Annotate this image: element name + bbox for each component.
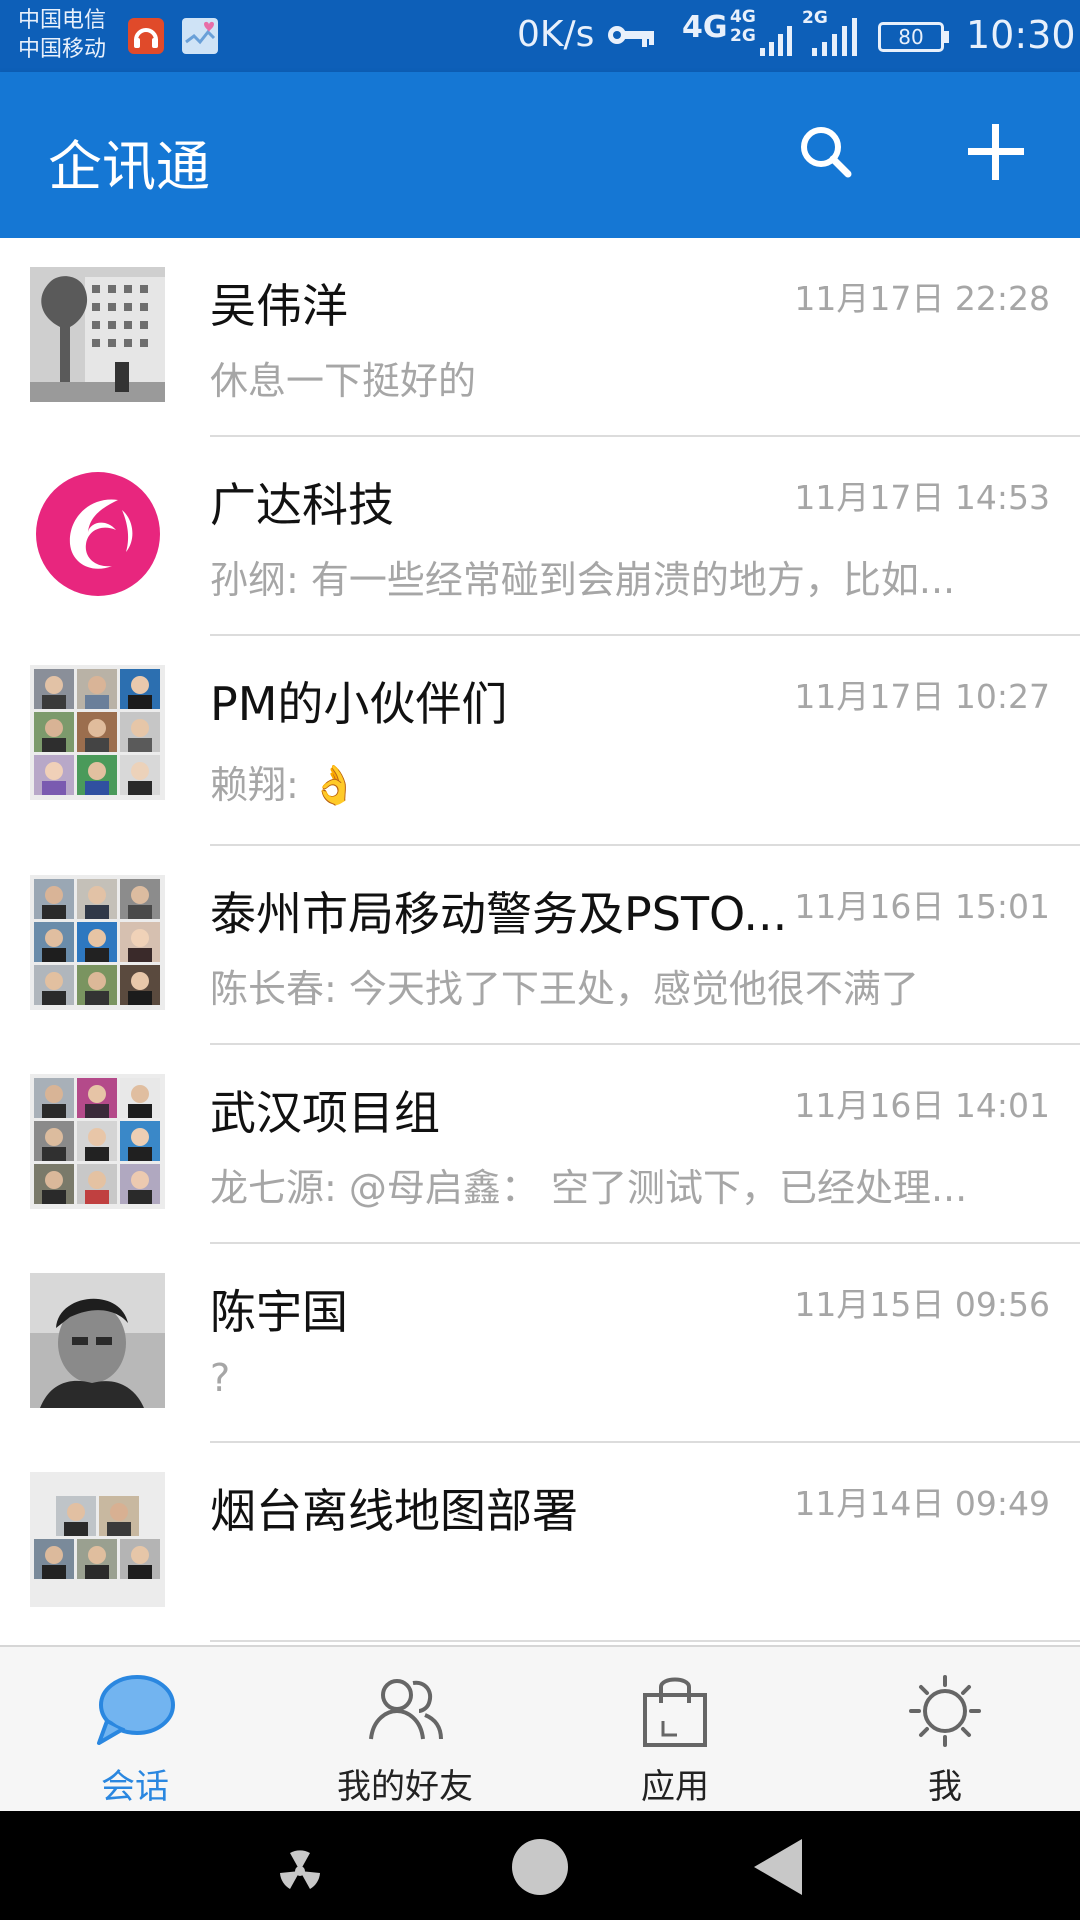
carrier-2: 中国移动 xyxy=(18,37,107,62)
conversation-preview: 赖翔: 👌 xyxy=(210,763,359,807)
signal-bars-icon xyxy=(760,26,792,56)
headphone-app-icon xyxy=(128,18,164,54)
tab-me[interactable]: 我 xyxy=(810,1647,1080,1811)
shopping-bag-icon xyxy=(643,1677,707,1747)
battery-cap xyxy=(944,31,949,43)
tab-label: 我的好友 xyxy=(337,1767,473,1807)
conversation-preview: 孙纲: 有一些经常碰到会崩溃的地方，比如... xyxy=(210,558,956,602)
carrier-1: 中国电信 xyxy=(18,8,107,33)
group-avatar-grid xyxy=(30,875,165,1010)
conversation-time: 11月17日 10:27 xyxy=(794,677,1050,716)
app-bar: 企讯通 xyxy=(0,72,1080,238)
conversation-preview: 龙七源: @母启鑫： 空了测试下，已经处理... xyxy=(210,1166,968,1210)
bottom-tab-bar: 会话 我的好友 应用 我 xyxy=(0,1645,1080,1811)
health-app-icon xyxy=(182,18,218,54)
divider xyxy=(210,1640,1080,1642)
conversation-name: 武汉项目组 xyxy=(210,1086,440,1140)
signal-bars-2-icon xyxy=(812,18,857,56)
avatar xyxy=(30,267,165,402)
conversation-time: 11月15日 09:56 xyxy=(794,1285,1050,1324)
tab-friends[interactable]: 我的好友 xyxy=(270,1647,540,1811)
conversation-name: 泰州市局移动警务及PSTO... xyxy=(210,887,788,941)
conversation-preview: 陈长春: 今天找了下王处，感觉他很不满了 xyxy=(210,967,919,1011)
conversation-name: 吴伟洋 xyxy=(210,279,348,333)
network-speed: 0K/s xyxy=(517,14,595,55)
conversation-item[interactable]: 武汉项目组 11月16日 14:01 龙七源: @母启鑫： 空了测试下，已经处理… xyxy=(0,1045,1080,1244)
conversation-time: 11月17日 22:28 xyxy=(794,279,1050,318)
avatar xyxy=(30,875,165,1010)
network-type-4g: 4G xyxy=(682,10,728,45)
app-root: 中国电信 中国移动 0K/s 4G 4G 2G 2G 80 10:30 企讯通 … xyxy=(0,0,1080,1920)
photo-person-avatar xyxy=(30,1273,165,1408)
friends-icon xyxy=(369,1679,443,1740)
conversation-list[interactable]: 吴伟洋 11月17日 22:28 休息一下挺好的 广达科技 11月17日 14:… xyxy=(0,238,1080,1645)
avatar xyxy=(30,1074,165,1209)
photo-building-avatar xyxy=(30,267,165,402)
group-avatar-grid xyxy=(30,665,165,800)
home-icon[interactable] xyxy=(500,1829,580,1903)
plus-icon xyxy=(968,124,1024,180)
search-icon xyxy=(801,127,852,178)
conversation-item[interactable]: PM的小伙伴们 11月17日 10:27 赖翔: 👌 xyxy=(0,636,1080,846)
avatar xyxy=(30,1273,165,1408)
search-button[interactable] xyxy=(786,112,866,192)
clock: 10:30 xyxy=(966,13,1076,57)
chat-bubble-icon xyxy=(97,1675,175,1745)
brand-logo-icon xyxy=(36,472,160,596)
conversation-time: 11月16日 14:01 xyxy=(794,1086,1050,1125)
network-type-4g-2g: 4G 2G xyxy=(730,7,756,46)
conversation-name: PM的小伙伴们 xyxy=(210,677,508,731)
tab-apps[interactable]: 应用 xyxy=(540,1647,810,1811)
conversation-item[interactable]: 陈宇国 11月15日 09:56 ? xyxy=(0,1244,1080,1443)
group-avatar-grid xyxy=(30,1472,165,1607)
conversation-item[interactable]: 烟台离线地图部署 11月14日 09:49 xyxy=(0,1443,1080,1642)
tab-conversations[interactable]: 会话 xyxy=(0,1647,270,1811)
conversation-item[interactable]: 泰州市局移动警务及PSTO... 11月16日 15:01 陈长春: 今天找了下… xyxy=(0,846,1080,1045)
add-button[interactable] xyxy=(956,112,1036,192)
battery-indicator: 80 xyxy=(878,22,944,52)
carrier-labels: 中国电信 中国移动 xyxy=(18,6,106,64)
conversation-name: 陈宇国 xyxy=(210,1285,348,1339)
conversation-item[interactable]: 吴伟洋 11月17日 22:28 休息一下挺好的 xyxy=(0,238,1080,437)
conversation-name: 烟台离线地图部署 xyxy=(210,1484,578,1538)
recent-apps-icon[interactable] xyxy=(260,1829,340,1903)
vpn-key-icon xyxy=(608,26,654,47)
conversation-time: 11月16日 15:01 xyxy=(794,887,1050,926)
conversation-preview: 休息一下挺好的 xyxy=(210,359,477,403)
avatar xyxy=(30,665,165,800)
conversation-time: 11月17日 14:53 xyxy=(794,478,1050,517)
tab-label: 会话 xyxy=(101,1767,169,1807)
system-navigation-bar xyxy=(0,1811,1080,1920)
group-avatar-grid xyxy=(30,1074,165,1209)
back-icon[interactable] xyxy=(740,1829,820,1903)
sun-gear-icon xyxy=(909,1675,981,1747)
tab-label: 我 xyxy=(928,1767,962,1807)
tab-label: 应用 xyxy=(641,1767,709,1807)
conversation-time: 11月14日 09:49 xyxy=(794,1484,1050,1523)
conversation-name: 广达科技 xyxy=(210,478,394,532)
app-title: 企讯通 xyxy=(48,135,210,198)
status-bar: 中国电信 中国移动 0K/s 4G 4G 2G 2G 80 10:30 xyxy=(0,0,1080,72)
conversation-preview: ? xyxy=(210,1356,231,1400)
avatar xyxy=(30,1472,165,1607)
conversation-item[interactable]: 广达科技 11月17日 14:53 孙纲: 有一些经常碰到会崩溃的地方，比如..… xyxy=(0,437,1080,636)
avatar xyxy=(30,466,165,601)
